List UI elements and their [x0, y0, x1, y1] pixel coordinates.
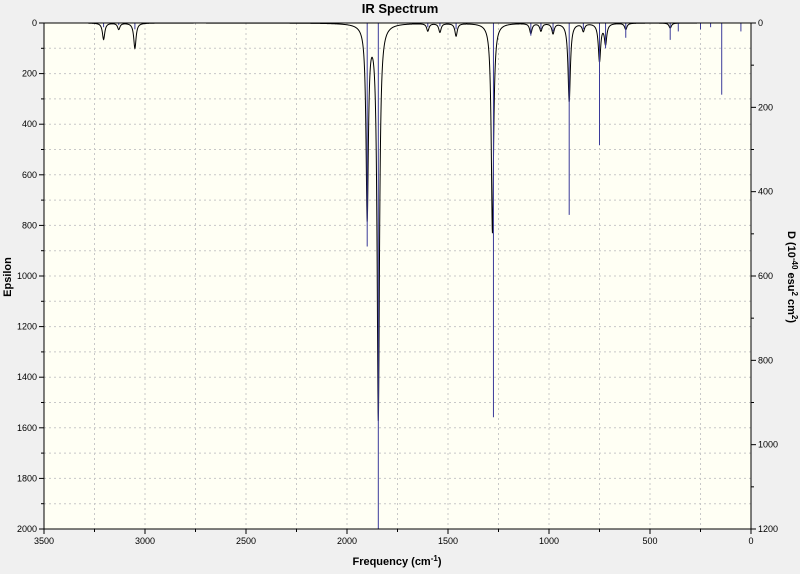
y-left-tick-label: 1200: [17, 322, 37, 332]
x-tick-label: 500: [642, 536, 657, 546]
x-tick-label: 1500: [438, 536, 458, 546]
y-left-tick-label: 1000: [17, 271, 37, 281]
y-right-tick-label: 800: [758, 355, 773, 365]
y-right-tick-label: 1200: [758, 524, 778, 534]
y-left-tick-label: 1400: [17, 372, 37, 382]
x-tick-label: 3000: [135, 536, 155, 546]
ir-spectrum-chart: 3500 3000 2500 2000 1500 1000 500 0 0 200 400 600 80…: [0, 0, 800, 569]
x-tick-label: 2500: [236, 536, 256, 546]
y-left-tick-label: 800: [22, 220, 37, 230]
x-tick-label: 0: [748, 536, 753, 546]
x-axis-label-main: Frequency (cm: [352, 556, 430, 568]
y-right-label-suffix: ): [785, 319, 797, 323]
x-tick-label: 3500: [34, 536, 54, 546]
chart-title: IR Spectrum: [362, 1, 439, 16]
y-axis-right-label: D (10-40 esu2 cm2): [785, 231, 799, 323]
y-left-tick-label: 400: [22, 119, 37, 129]
x-tick-label: 1000: [539, 536, 559, 546]
y-right-label-part1: D (10: [785, 231, 797, 258]
y-left-tick-label: 0: [32, 18, 37, 28]
x-axis-label: Frequency (cm-1): [352, 554, 441, 568]
y-right-tick-label: 600: [758, 271, 773, 281]
y-right-label-sup1: -40: [790, 258, 799, 270]
y-left-tick-label: 600: [22, 170, 37, 180]
x-tick-label: 2000: [337, 536, 357, 546]
chart-canvas: 3500 3000 2500 2000 1500 1000 500 0020040060080…: [2, 1, 799, 568]
y-left-tick-label: 200: [22, 69, 37, 79]
y-right-tick-label: 400: [758, 187, 773, 197]
y-left-tick-label: 2000: [17, 524, 37, 534]
y-left-tick-label: 1600: [17, 423, 37, 433]
x-axis-label-suffix: ): [438, 556, 442, 568]
y-right-tick-label: 1000: [758, 440, 778, 450]
y-axis-left-label: Epsilon: [2, 257, 14, 297]
y-right-tick-label: 0: [758, 18, 763, 28]
y-left-tick-label: 1800: [17, 473, 37, 483]
y-right-label-part2: esu: [785, 269, 797, 291]
y-right-label-part3: cm: [785, 296, 797, 315]
y-right-tick-label: 200: [758, 102, 773, 112]
